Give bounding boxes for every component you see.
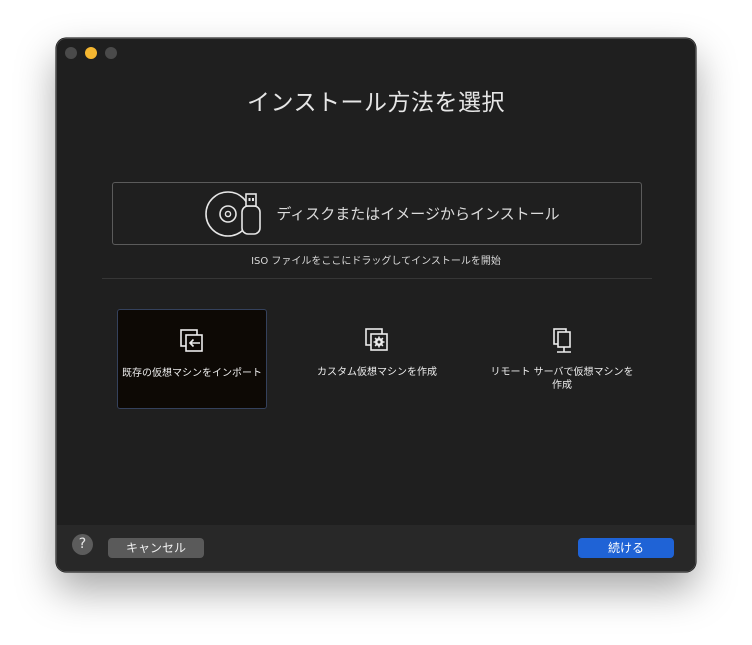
installer-window: インストール方法を選択 ディスクまたはイメージからインストール ISO ファイル… (56, 38, 696, 572)
import-vm-option[interactable]: 既存の仮想マシンをインポート (117, 309, 267, 409)
minimize-window-button[interactable] (85, 47, 97, 59)
remote-server-vm-label: リモート サーバで仮想マシンを作成 (490, 367, 634, 391)
import-vm-label: 既存の仮想マシンをインポート (122, 368, 262, 379)
custom-vm-gear-icon (365, 328, 388, 351)
cancel-button[interactable]: キャンセル (108, 538, 204, 558)
footer-bar: ? キャンセル 続ける (57, 525, 695, 571)
drag-iso-hint: ISO ファイルをここにドラッグしてインストールを開始 (251, 256, 501, 267)
continue-button[interactable]: 続ける (578, 538, 674, 558)
custom-vm-label: カスタム仮想マシンを作成 (317, 367, 437, 378)
disc-usb-icon (205, 190, 262, 237)
install-from-disc-dropzone[interactable]: ディスクまたはイメージからインストール (112, 182, 642, 245)
remote-server-icon (553, 328, 571, 353)
window-controls (65, 47, 117, 59)
section-divider (102, 278, 652, 279)
zoom-window-button[interactable] (105, 47, 117, 59)
remote-server-vm-option[interactable]: リモート サーバで仮想マシンを作成 (487, 309, 637, 409)
page-title: インストール方法を選択 (246, 90, 506, 116)
import-vm-icon (180, 329, 203, 352)
close-window-button[interactable] (65, 47, 77, 59)
help-button[interactable]: ? (72, 534, 93, 555)
custom-vm-option[interactable]: カスタム仮想マシンを作成 (302, 309, 452, 409)
install-from-disc-label: ディスクまたはイメージからインストール (276, 205, 560, 223)
